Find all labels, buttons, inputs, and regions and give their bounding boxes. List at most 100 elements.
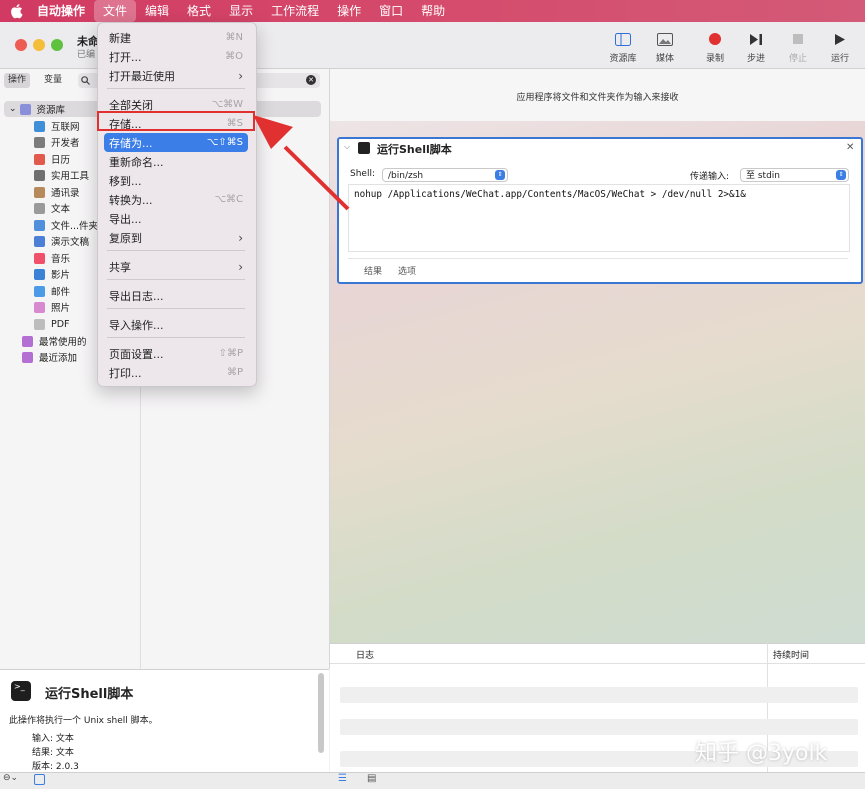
description-body: 此操作将执行一个 Unix shell 脚本。 — [9, 716, 158, 726]
scrollbar[interactable] — [318, 673, 324, 753]
library-item-label: 文本 — [51, 204, 71, 215]
library-item-label: 音乐 — [51, 254, 71, 265]
input-label: 传递输入: — [690, 172, 730, 182]
description-title: 运行Shell脚本 — [45, 687, 134, 702]
divider — [348, 258, 848, 259]
menu-edit[interactable]: 编辑 — [136, 0, 178, 22]
step-label: 步进 — [746, 54, 765, 64]
menu-item[interactable]: 页面设置... ⇧⌘P — [104, 344, 248, 363]
clear-search-icon[interactable]: ✕ — [306, 75, 316, 85]
menu-help[interactable]: 帮助 — [412, 0, 454, 22]
library-item[interactable]: 文本 — [34, 200, 70, 216]
disclosure-icon[interactable]: ⌄ — [9, 104, 17, 114]
menu-item[interactable]: 重新命名... — [104, 152, 248, 171]
menu-item-label: 导出... — [109, 212, 142, 226]
library-item-label: 通讯录 — [51, 188, 80, 199]
script-text[interactable]: nohup /Applications/WeChat.app/Contents/… — [354, 189, 746, 200]
shell-value: /bin/zsh — [388, 171, 424, 181]
window-subtitle: 已编 — [77, 50, 96, 60]
description-version: 版本: 2.0.3 — [32, 762, 79, 772]
close-window-button[interactable] — [15, 39, 27, 51]
close-action-icon[interactable]: ✕ — [846, 142, 854, 153]
media-button[interactable]: 媒体 — [645, 30, 685, 64]
input-select[interactable]: 至 stdin ⇕ — [740, 168, 849, 182]
description-result: 结果: 文本 — [32, 748, 74, 758]
library-item[interactable]: 最常使用的 — [22, 333, 87, 349]
stop-icon — [793, 34, 803, 44]
duration-column-header[interactable]: 持续时间 — [773, 648, 809, 661]
menu-item[interactable]: 转换为... ⌥⌘C — [104, 190, 248, 209]
menu-item-shortcut: ⌥⇧⌘S — [206, 137, 243, 148]
menu-separator — [107, 337, 245, 338]
record-label: 录制 — [705, 54, 724, 64]
category-icon — [19, 103, 31, 115]
menu-format[interactable]: 格式 — [178, 0, 220, 22]
category-icon — [34, 169, 45, 181]
menu-window[interactable]: 窗口 — [370, 0, 412, 22]
menu-item[interactable]: 移到... — [104, 171, 248, 190]
input-value: 至 stdin — [746, 171, 780, 181]
zoom-window-button[interactable] — [51, 39, 63, 51]
photo-icon — [657, 32, 673, 46]
library-item-label: 最常使用的 — [39, 337, 87, 348]
log-column-header[interactable]: 日志 — [356, 648, 374, 661]
description-toggle-icon[interactable] — [34, 774, 45, 785]
step-button[interactable]: 步进 — [736, 30, 776, 64]
library-item[interactable]: 文件...件夹 — [34, 217, 98, 233]
menu-item[interactable]: 打开... ⌘O — [104, 47, 248, 66]
menu-item[interactable]: 导出... — [104, 209, 248, 228]
tab-results[interactable]: 结果 — [364, 264, 382, 277]
menu-item-shortcut: ⌘O — [225, 51, 243, 62]
stop-button[interactable]: 停止 — [778, 30, 818, 64]
library-item[interactable]: 音乐 — [34, 250, 70, 266]
menu-actions[interactable]: 操作 — [328, 0, 370, 22]
library-item[interactable]: ⌄ 资源库 — [9, 101, 65, 117]
tab-options[interactable]: 选项 — [398, 264, 416, 277]
record-button[interactable]: 录制 — [695, 30, 735, 64]
menu-item[interactable]: 导出日志... — [104, 286, 248, 305]
library-item[interactable]: 互联网 — [34, 118, 80, 134]
category-icon — [34, 285, 45, 297]
menu-app[interactable]: 自动操作 — [28, 0, 94, 22]
menu-item[interactable]: 存储为... ⌥⇧⌘S — [104, 133, 248, 152]
library-item[interactable]: 通讯录 — [34, 184, 80, 200]
menu-file[interactable]: 文件 — [94, 0, 137, 22]
list-view-icon[interactable]: ☰ — [338, 773, 347, 784]
menu-workflow[interactable]: 工作流程 — [262, 0, 328, 22]
shell-select[interactable]: /bin/zsh ⇕ — [382, 168, 508, 182]
menu-item[interactable]: 打开最近使用 › — [104, 66, 248, 85]
library-item[interactable]: PDF — [34, 316, 70, 332]
menu-item[interactable]: 导入操作... — [104, 315, 248, 334]
tab-actions[interactable]: 操作 — [4, 73, 31, 88]
apple-logo-icon[interactable] — [10, 3, 24, 19]
library-item[interactable]: 影片 — [34, 266, 70, 282]
menu-item-shortcut: ⇧⌘P — [218, 348, 243, 359]
menu-item[interactable]: 共享 › — [104, 257, 248, 276]
options-icon[interactable]: ⊖⌄ — [3, 773, 18, 783]
library-button[interactable]: 资源库 — [603, 30, 643, 64]
run-button[interactable]: 运行 — [820, 30, 860, 64]
chevron-right-icon: › — [238, 230, 243, 245]
split-view-icon[interactable]: ▤ — [367, 773, 376, 784]
menu-item[interactable]: 打印... ⌘P — [104, 363, 248, 382]
library-label: 资源库 — [609, 54, 637, 64]
menu-item-shortcut: ⌘P — [226, 367, 243, 378]
library-item-label: PDF — [51, 318, 70, 330]
library-item[interactable]: 邮件 — [34, 283, 70, 299]
divider — [330, 663, 865, 664]
menu-item[interactable]: 新建 ⌘N — [104, 28, 248, 47]
menu-view[interactable]: 显示 — [220, 0, 262, 22]
library-item[interactable]: 演示文稿 — [34, 233, 89, 249]
play-icon — [835, 33, 845, 45]
library-item[interactable]: 日历 — [34, 151, 70, 167]
library-item[interactable]: 开发者 — [34, 134, 80, 150]
search-icon — [81, 76, 90, 85]
library-item[interactable]: 实用工具 — [34, 167, 89, 183]
minimize-window-button[interactable] — [33, 39, 45, 51]
menu-item[interactable]: 复原到 › — [104, 228, 248, 247]
library-item-label: 演示文稿 — [51, 237, 90, 248]
tab-variables[interactable]: 变量 — [40, 73, 66, 88]
menu-separator — [107, 88, 245, 89]
library-item[interactable]: 照片 — [34, 299, 70, 315]
library-item[interactable]: 最近添加 — [22, 349, 77, 365]
